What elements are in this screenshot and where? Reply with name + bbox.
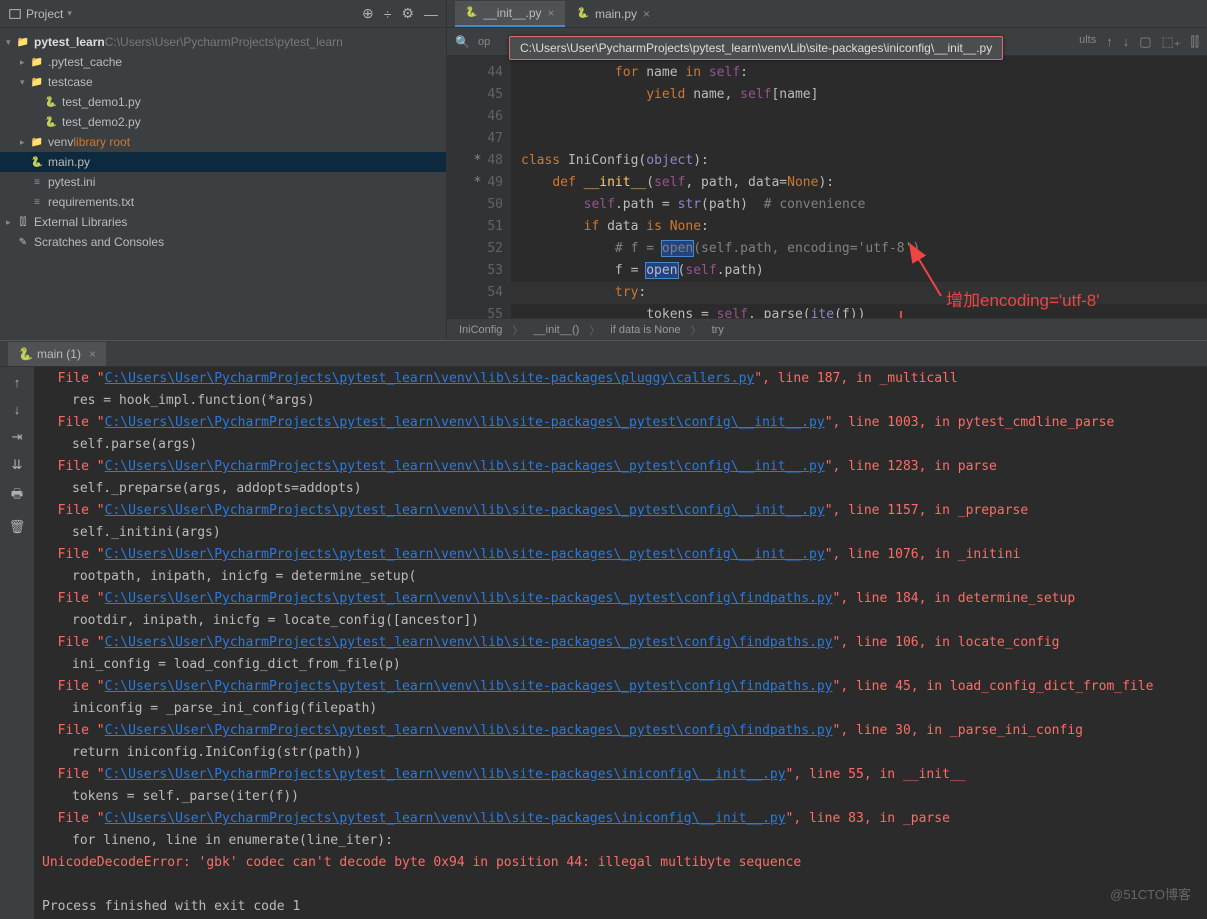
tree-item[interactable]: ▸📁.pytest_cache [0,52,446,72]
traceback-link[interactable]: C:\Users\User\PycharmProjects\pytest_lea… [105,591,833,606]
breadcrumb-item[interactable]: __init__() [533,324,579,336]
traceback-link[interactable]: C:\Users\User\PycharmProjects\pytest_lea… [105,547,825,562]
path-tooltip: C:\Users\User\PycharmProjects\pytest_lea… [509,36,1003,60]
editor-pane: 🐍__init__.py×🐍main.py× 🔍 op ults ↑ ↓ ▢ ⬚… [447,0,1207,340]
traceback-link[interactable]: C:\Users\User\PycharmProjects\pytest_lea… [105,415,825,430]
project-title[interactable]: Project ▾ [8,7,72,21]
select-all-icon[interactable]: ▢ [1139,34,1151,50]
run-panel: 🐍 main (1) × ↑ ↓ ⇥ ⇊ 🖶 🗑 File "C:\Users\… [0,340,1207,919]
tree-item[interactable]: ▾📁testcase [0,72,446,92]
traceback-link[interactable]: C:\Users\User\PycharmProjects\pytest_lea… [105,459,825,474]
tree-item[interactable]: ≡pytest.ini [0,172,446,192]
gear-icon[interactable]: ⚙ [401,5,414,22]
tree-item[interactable]: ✎Scratches and Consoles [0,232,446,252]
results-label: ults [1079,34,1096,50]
tree-item[interactable]: ≡requirements.txt [0,192,446,212]
wrap-icon[interactable]: ⇥ [12,429,23,445]
traceback-link[interactable]: C:\Users\User\PycharmProjects\pytest_lea… [105,371,755,386]
tree-item[interactable]: ▸⫿⫿External Libraries [0,212,446,232]
project-sidebar: Project ▾ ⊕ ÷ ⚙ — ▾📁pytest_learn C:\User… [0,0,447,340]
filter-icon[interactable]: ⫿⫿ [1191,34,1199,50]
add-selection-icon[interactable]: ⬚₊ [1162,34,1181,50]
up-icon[interactable]: ↑ [14,375,21,390]
traceback-link[interactable]: C:\Users\User\PycharmProjects\pytest_lea… [105,767,786,782]
watermark: @51CTO博客 [1110,884,1191,903]
code-area[interactable]: 44454647*48*49505152535455 增加encoding='u… [447,56,1207,318]
target-icon[interactable]: ⊕ [362,5,374,22]
sidebar-title-text: Project [26,7,63,21]
tree-item[interactable]: 🐍main.py [0,152,446,172]
breadcrumb[interactable]: IniConfig〉__init__()〉if data is None〉try [447,318,1207,340]
traceback-link[interactable]: C:\Users\User\PycharmProjects\pytest_lea… [105,811,786,826]
tree-item[interactable]: ▸📁venv library root [0,132,446,152]
prev-icon[interactable]: ↑ [1106,34,1113,50]
scroll-icon[interactable]: ⇊ [12,457,23,473]
breadcrumb-item[interactable]: if data is None [610,324,680,336]
code-lines[interactable]: 增加encoding='utf-8' for name in self: yie… [511,56,1207,318]
run-tabs: 🐍 main (1) × [0,341,1207,367]
breadcrumb-item[interactable]: try [712,324,724,336]
hide-icon[interactable]: — [424,6,438,22]
traceback-link[interactable]: C:\Users\User\PycharmProjects\pytest_lea… [105,635,833,650]
traceback-link[interactable]: C:\Users\User\PycharmProjects\pytest_lea… [105,723,833,738]
run-tab-label: main (1) [37,347,81,361]
line-gutter: 44454647*48*49505152535455 [447,56,511,318]
traceback-link[interactable]: C:\Users\User\PycharmProjects\pytest_lea… [105,503,825,518]
breadcrumb-item[interactable]: IniConfig [459,324,502,336]
project-icon [8,7,22,21]
editor-tab[interactable]: 🐍__init__.py× [455,1,565,27]
down-icon[interactable]: ↓ [14,402,21,417]
close-icon[interactable]: × [643,7,650,21]
chevron-down-icon: ▾ [67,8,72,19]
traceback-link[interactable]: C:\Users\User\PycharmProjects\pytest_lea… [105,679,833,694]
file-tree[interactable]: ▾📁pytest_learn C:\Users\User\PycharmProj… [0,28,446,340]
next-icon[interactable]: ↓ [1123,34,1130,50]
console-output[interactable]: File "C:\Users\User\PycharmProjects\pyte… [34,367,1207,919]
print-icon[interactable]: 🖶 [11,485,23,507]
editor-tabs: 🐍__init__.py×🐍main.py× [447,0,1207,28]
console-toolbar: ↑ ↓ ⇥ ⇊ 🖶 🗑 [0,367,34,919]
close-icon[interactable]: × [548,6,555,20]
tree-item[interactable]: 🐍test_demo2.py [0,112,446,132]
trash-icon[interactable]: 🗑 [9,519,26,535]
close-icon[interactable]: × [89,347,96,361]
tree-item[interactable]: 🐍test_demo1.py [0,92,446,112]
search-icon[interactable]: 🔍 [455,35,470,49]
tree-item[interactable]: ▾📁pytest_learn C:\Users\User\PycharmProj… [0,32,446,52]
sidebar-header: Project ▾ ⊕ ÷ ⚙ — [0,0,446,28]
editor-tab[interactable]: 🐍main.py× [567,1,661,27]
python-icon: 🐍 [18,347,33,361]
search-label: op [478,36,490,48]
run-tab-main[interactable]: 🐍 main (1) × [8,342,106,366]
collapse-icon[interactable]: ÷ [384,6,392,22]
